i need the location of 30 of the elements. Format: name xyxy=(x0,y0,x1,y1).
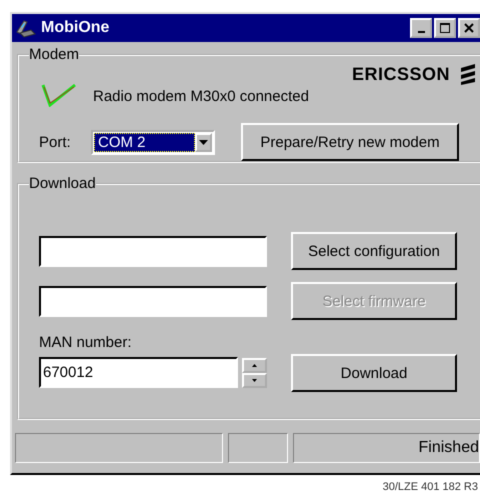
number-field[interactable]: 670012 xyxy=(39,357,238,388)
spin-down-button[interactable] xyxy=(242,372,267,388)
port-label: Port: xyxy=(39,134,72,150)
caret-up-icon xyxy=(252,364,257,366)
figure-code: 30/LZE 401 182 R3 xyxy=(382,481,479,493)
input-field[interactable] xyxy=(39,236,267,266)
minimize-icon xyxy=(418,31,424,33)
brand-logo-text: ERICSSON xyxy=(352,64,450,84)
select-configuration-button[interactable]: Select configuration xyxy=(291,232,457,270)
input-field[interactable] xyxy=(39,286,267,316)
download-button[interactable]: Download xyxy=(291,354,457,392)
close-icon xyxy=(464,23,474,33)
window-title: MobiOne xyxy=(41,19,110,37)
caret-icon xyxy=(199,140,208,144)
close-button[interactable] xyxy=(458,18,480,38)
prepare-button[interactable]: Prepare/Retry new modem xyxy=(241,123,459,161)
group-label: Modem xyxy=(29,46,80,63)
minimize-button[interactable] xyxy=(410,18,432,38)
status-text: Radio modem M30x0 connected xyxy=(93,88,309,105)
status-panel xyxy=(228,433,288,463)
group-label: Download xyxy=(29,175,96,192)
maximize-icon xyxy=(440,23,450,33)
caret-icon xyxy=(252,378,257,382)
man-number-label: MAN number: xyxy=(39,334,133,351)
phone-icon xyxy=(15,18,37,38)
status-message: Finished xyxy=(293,433,480,463)
spin-up-button[interactable] xyxy=(242,358,267,372)
port-dropdown[interactable]: COM 2 xyxy=(91,130,215,154)
stripes-icon xyxy=(460,63,476,85)
maximize-button[interactable] xyxy=(434,18,456,38)
